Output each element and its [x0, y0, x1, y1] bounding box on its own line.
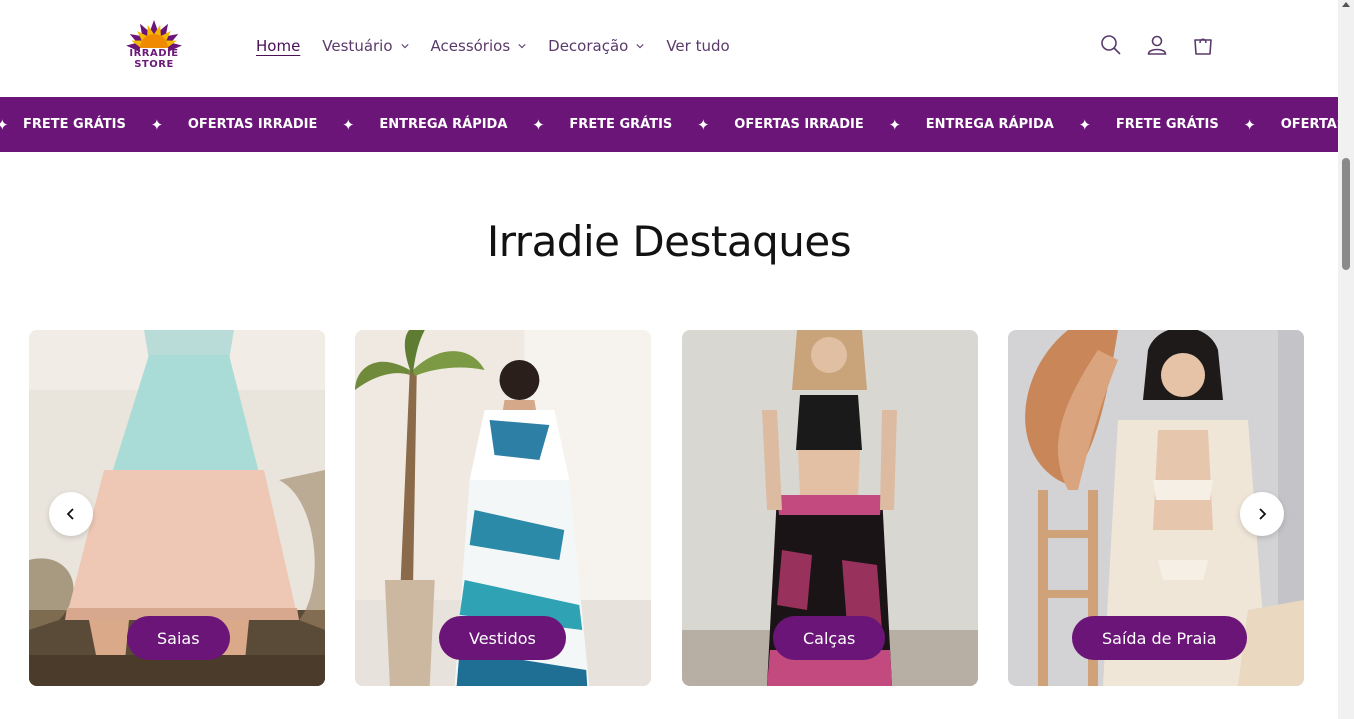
marquee-item: ENTREGA RÁPIDA — [379, 117, 508, 132]
nav-item-label: Ver tudo — [666, 37, 730, 55]
chevron-down-icon — [400, 44, 409, 49]
marquee-item: FRETE GRÁTIS — [23, 117, 126, 132]
category-pill-button[interactable]: Saias — [127, 616, 230, 660]
chevron-right-icon — [1259, 508, 1267, 520]
scrollbar-thumb[interactable] — [1342, 158, 1350, 270]
nav-item-decoracao[interactable]: Decoração — [548, 35, 644, 57]
category-card-calcas[interactable]: Calças — [682, 330, 978, 686]
sparkle-icon: ✦ — [150, 115, 164, 134]
nav-item-label: Home — [256, 37, 301, 55]
scroll-up-arrow-icon[interactable] — [1342, 2, 1350, 7]
nav-item-vestuario[interactable]: Vestuário — [322, 35, 409, 57]
cart-icon[interactable] — [1191, 33, 1215, 57]
sparkle-icon: ✦ — [1078, 115, 1092, 134]
marquee-item: FRETE GRÁTIS — [1115, 117, 1219, 132]
marquee-item: OFERTAS IRRADIE — [734, 117, 864, 132]
search-icon[interactable] — [1099, 33, 1123, 57]
sparkle-icon: ✦ — [342, 115, 355, 134]
chevron-down-icon — [636, 44, 644, 49]
sparkle-icon: ✦ — [1243, 115, 1256, 134]
sparkle-icon: ✦ — [0, 115, 9, 134]
nav-item-acessorios[interactable]: Acessórios — [431, 35, 527, 57]
marquee-track: ✦ FRETE GRÁTIS ✦ OFERTAS IRRADIE ✦ ENTRE… — [0, 97, 1338, 152]
category-pill-button[interactable]: Saída de Praia — [1072, 616, 1247, 660]
carousel-prev-button[interactable] — [49, 492, 93, 536]
carousel-next-button[interactable] — [1240, 492, 1284, 536]
category-pill-button[interactable]: Calças — [773, 616, 886, 660]
category-card-vestidos[interactable]: Vestidos — [355, 330, 651, 686]
header-icons — [1099, 33, 1215, 57]
nav-item-home[interactable]: Home — [256, 35, 300, 57]
sparkle-icon: ✦ — [696, 115, 710, 134]
chevron-down-icon — [518, 44, 526, 49]
page-scrollbar[interactable] — [1338, 0, 1354, 719]
account-icon[interactable] — [1145, 33, 1169, 57]
marquee-item: OFERTAS IRRADIE — [187, 117, 318, 132]
section-title: Irradie Destaques — [486, 217, 852, 266]
sparkle-icon: ✦ — [888, 115, 902, 134]
nav-item-ver-tudo[interactable]: Ver tudo — [666, 35, 729, 57]
sparkle-icon: ✦ — [532, 115, 545, 134]
store-logo[interactable]: IRRADIE STORE — [120, 18, 188, 76]
logo-text-line2: STORE — [134, 59, 174, 70]
marquee-item: FRETE GRÁTIS — [569, 117, 673, 132]
marquee-item: ENTREGA RÁPIDA — [925, 117, 1054, 132]
nav-item-label: Acessórios — [430, 37, 511, 55]
marquee-item: OFERTAS IRRADIE — [1280, 117, 1338, 132]
announcement-marquee: ✦ FRETE GRÁTIS ✦ OFERTAS IRRADIE ✦ ENTRE… — [0, 97, 1338, 152]
category-pill-button[interactable]: Vestidos — [439, 616, 566, 660]
site-header: IRRADIE STORE Home Vestuário Acessórios … — [0, 0, 1338, 97]
main-nav: Home Vestuário Acessórios Decoração Ver … — [256, 35, 752, 57]
nav-item-label: Decoração — [548, 37, 629, 55]
chevron-left-icon — [66, 508, 74, 520]
nav-item-label: Vestuário — [322, 37, 393, 55]
logo-text-line1: IRRADIE — [129, 48, 179, 59]
